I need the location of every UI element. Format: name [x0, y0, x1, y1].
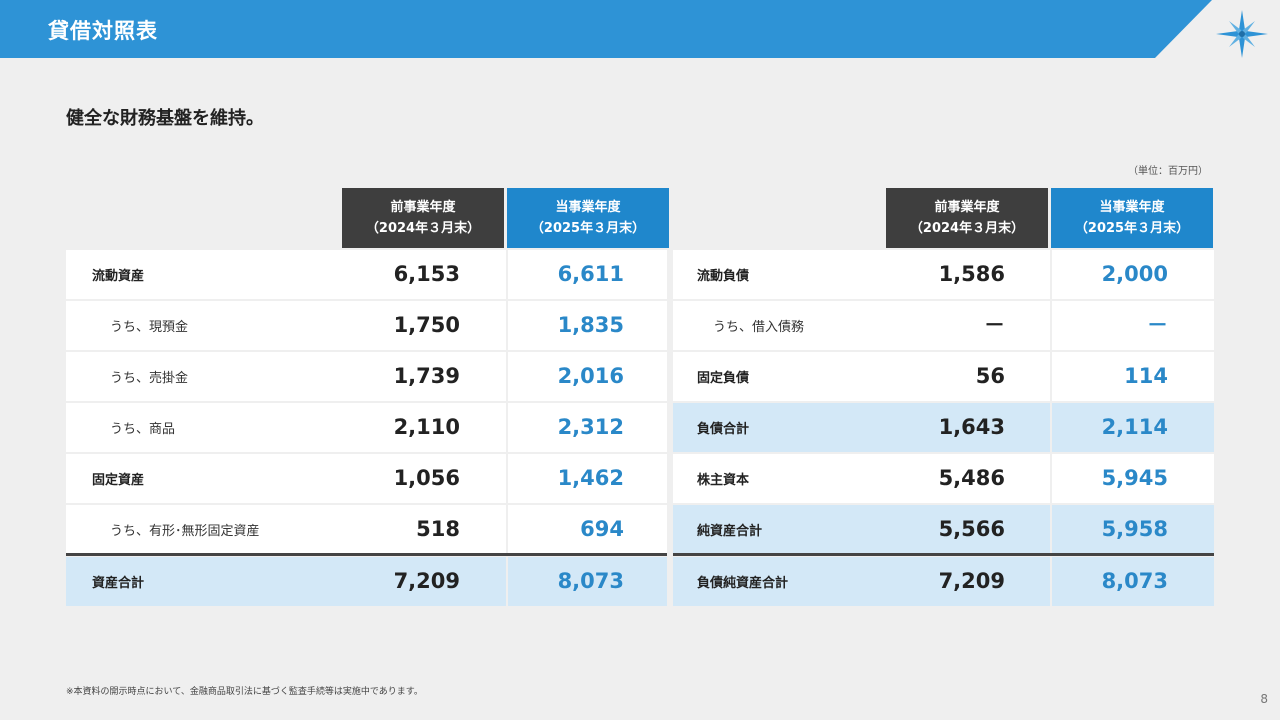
curr-value: 5,945	[1101, 466, 1168, 490]
prev-value: 2,110	[393, 415, 460, 439]
header-label: 当事業年度	[555, 200, 621, 215]
header-date: （2024年３月末）	[909, 221, 1025, 236]
subtotal-row: 負債合計 1,643 2,114	[673, 403, 1214, 452]
page-title: 貸借対照表	[48, 19, 158, 43]
curr-value: 2,312	[557, 415, 624, 439]
total-divider	[66, 553, 667, 556]
curr-value: 114	[1124, 364, 1168, 388]
table-row: うち、現預金 1,750 1,835	[66, 301, 667, 350]
title-bar	[0, 0, 1212, 58]
curr-value: 2,016	[557, 364, 624, 388]
row-label: 流動負債	[697, 269, 750, 284]
curr-value: 1,462	[557, 466, 624, 490]
curr-value: 694	[580, 517, 624, 541]
total-row: 負債純資産合計 7,209 8,073	[673, 557, 1214, 606]
table-row: うち、売掛金 1,739 2,016	[66, 352, 667, 401]
curr-value: －	[1147, 313, 1168, 337]
prev-value: 1,750	[393, 313, 460, 337]
prev-value: 56	[975, 364, 1005, 388]
prev-value: 1,586	[938, 262, 1005, 286]
prev-value: 518	[416, 517, 460, 541]
curr-value: 2,114	[1101, 415, 1168, 439]
prev-value: 1,056	[393, 466, 460, 490]
prev-value: 7,209	[938, 569, 1005, 593]
header-date: （2025年３月末）	[530, 221, 646, 236]
prev-value: 6,153	[393, 262, 460, 286]
row-label: 固定資産	[92, 473, 145, 488]
curr-value: 6,611	[557, 262, 624, 286]
row-label: 固定負債	[697, 371, 750, 386]
table-row: うち、商品 2,110 2,312	[66, 403, 667, 452]
prev-value: －	[984, 313, 1005, 337]
row-label: 流動資産	[92, 269, 145, 284]
prev-value: 7,209	[393, 569, 460, 593]
liabilities-curr-year-header: 当事業年度 （2025年３月末）	[1051, 188, 1213, 248]
table-row: うち、有形･無形固定資産 518 694	[66, 505, 667, 554]
curr-value: 8,073	[557, 569, 624, 593]
table-row: 流動負債 1,586 2,000	[673, 250, 1214, 299]
total-divider	[673, 553, 1214, 556]
page-subtitle: 健全な財務基盤を維持。	[66, 108, 264, 129]
header-date: （2025年３月末）	[1074, 221, 1190, 236]
compass-star-icon	[1216, 10, 1268, 58]
assets-prev-year-header: 前事業年度 （2024年３月末）	[342, 188, 504, 248]
row-label: 株主資本	[697, 473, 750, 488]
curr-value: 1,835	[557, 313, 624, 337]
row-label: うち、有形･無形固定資産	[110, 524, 260, 539]
curr-value: 8,073	[1101, 569, 1168, 593]
row-label: うち、借入債務	[713, 320, 805, 335]
row-label: うち、商品	[110, 422, 176, 437]
curr-value: 2,000	[1101, 262, 1168, 286]
header-label: 当事業年度	[1099, 200, 1165, 215]
assets-curr-year-header: 当事業年度 （2025年３月末）	[507, 188, 669, 248]
prev-value: 5,566	[938, 517, 1005, 541]
curr-value: 5,958	[1101, 517, 1168, 541]
table-row: 固定負債 56 114	[673, 352, 1214, 401]
table-row: 株主資本 5,486 5,945	[673, 454, 1214, 503]
page-number: 8	[1260, 692, 1268, 706]
row-label: 資産合計	[92, 576, 145, 591]
row-label: うち、現預金	[110, 320, 189, 335]
row-label: うち、売掛金	[110, 371, 189, 386]
table-row: 流動資産 6,153 6,611	[66, 250, 667, 299]
unit-note: （単位：百万円）	[1128, 166, 1208, 177]
subtotal-row: 純資産合計 5,566 5,958	[673, 505, 1214, 554]
prev-value: 5,486	[938, 466, 1005, 490]
table-row: うち、借入債務 － －	[673, 301, 1214, 350]
total-row: 資産合計 7,209 8,073	[66, 557, 667, 606]
footnote: ※本資料の開示時点において、金融商品取引法に基づく監査手続等は実施中であります。	[66, 687, 423, 697]
prev-value: 1,643	[938, 415, 1005, 439]
prev-value: 1,739	[393, 364, 460, 388]
row-label: 純資産合計	[697, 524, 763, 539]
liabilities-prev-year-header: 前事業年度 （2024年３月末）	[886, 188, 1048, 248]
header-date: （2024年３月末）	[365, 221, 481, 236]
row-label: 負債純資産合計	[697, 576, 789, 591]
row-label: 負債合計	[697, 422, 750, 437]
header-label: 前事業年度	[934, 200, 1000, 215]
table-row: 固定資産 1,056 1,462	[66, 454, 667, 503]
header-label: 前事業年度	[390, 200, 456, 215]
